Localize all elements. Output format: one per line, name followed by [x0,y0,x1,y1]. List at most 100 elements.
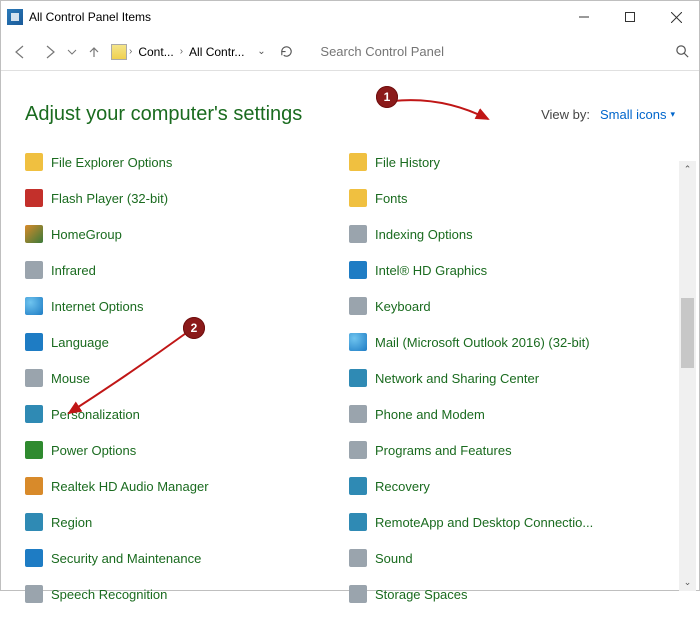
item-label: Realtek HD Audio Manager [51,479,209,494]
item-remoteapp[interactable]: RemoteApp and Desktop Connectio... [349,504,659,540]
close-button[interactable] [653,1,699,33]
annotation-marker-1: 1 [376,86,398,108]
item-label: Network and Sharing Center [375,371,539,386]
item-icon [349,225,367,243]
item-icon [25,225,43,243]
item-internet-options[interactable]: Internet Options [25,288,335,324]
item-icon [25,513,43,531]
item-label: Security and Maintenance [51,551,201,566]
up-button[interactable] [79,37,109,67]
item-label: Speech Recognition [51,587,167,602]
item-storage-spaces[interactable]: Storage Spaces [349,576,659,612]
item-label: HomeGroup [51,227,122,242]
crumb-sep-icon: › [127,46,134,57]
item-label: Mail (Microsoft Outlook 2016) (32-bit) [375,335,590,350]
item-icon [25,153,43,171]
item-icon [25,297,43,315]
item-icon [349,405,367,423]
item-flash-player[interactable]: Flash Player (32-bit) [25,180,335,216]
item-sound[interactable]: Sound [349,540,659,576]
item-file-explorer-options[interactable]: File Explorer Options [25,144,335,180]
item-speech-recognition[interactable]: Speech Recognition [25,576,335,612]
item-icon [349,549,367,567]
item-phone-modem[interactable]: Phone and Modem [349,396,659,432]
vertical-scrollbar[interactable]: ⌃ ⌄ [679,161,696,591]
window-title: All Control Panel Items [29,10,151,24]
search-input[interactable] [318,43,670,60]
folder-icon [111,44,127,60]
viewby-value-text: Small icons [600,107,666,122]
item-icon [25,585,43,603]
items-grid: File Explorer OptionsFlash Player (32-bi… [1,136,699,620]
item-label: Power Options [51,443,136,458]
page-heading: Adjust your computer's settings [25,103,302,126]
item-programs-features[interactable]: Programs and Features [349,432,659,468]
viewby-dropdown[interactable]: Small icons ▾ [600,107,675,122]
item-indexing-options[interactable]: Indexing Options [349,216,659,252]
item-icon [349,297,367,315]
scroll-up-arrow[interactable]: ⌃ [679,161,696,178]
item-personalization[interactable]: Personalization [25,396,335,432]
item-icon [25,261,43,279]
crumb-sep-icon: › [178,46,185,57]
item-icon [25,549,43,567]
item-label: Region [51,515,92,530]
back-button[interactable] [5,37,35,67]
scroll-down-arrow[interactable]: ⌄ [679,574,696,591]
titlebar: All Control Panel Items [1,1,699,33]
item-recovery[interactable]: Recovery [349,468,659,504]
item-label: Mouse [51,371,90,386]
item-label: RemoteApp and Desktop Connectio... [375,515,593,530]
item-file-history[interactable]: File History [349,144,659,180]
search-icon[interactable] [671,39,695,65]
refresh-button[interactable] [272,38,300,66]
item-language[interactable]: Language [25,324,335,360]
item-label: File History [375,155,440,170]
crumb-current[interactable]: All Contr... [185,45,248,59]
item-label: Internet Options [51,299,144,314]
item-label: Personalization [51,407,140,422]
minimize-button[interactable] [561,1,607,33]
item-realtek-audio[interactable]: Realtek HD Audio Manager [25,468,335,504]
item-icon [349,153,367,171]
item-icon [349,477,367,495]
item-label: Language [51,335,109,350]
item-icon [349,585,367,603]
item-network-sharing[interactable]: Network and Sharing Center [349,360,659,396]
item-infrared[interactable]: Infrared [25,252,335,288]
chevron-down-icon: ▾ [670,109,675,120]
history-dropdown[interactable] [65,37,79,67]
nav-toolbar: › Cont... › All Contr... ⌄ [1,33,699,71]
scroll-thumb[interactable] [681,298,694,368]
item-intel-hd-graphics[interactable]: Intel® HD Graphics [349,252,659,288]
item-mail[interactable]: Mail (Microsoft Outlook 2016) (32-bit) [349,324,659,360]
address-bar[interactable]: › Cont... › All Contr... [111,44,248,60]
item-label: Sound [375,551,413,566]
item-label: Fonts [375,191,408,206]
item-label: Infrared [51,263,96,278]
forward-button[interactable] [35,37,65,67]
item-security-maintenance[interactable]: Security and Maintenance [25,540,335,576]
item-region[interactable]: Region [25,504,335,540]
crumb-parent[interactable]: Cont... [134,45,177,59]
item-keyboard[interactable]: Keyboard [349,288,659,324]
item-homegroup[interactable]: HomeGroup [25,216,335,252]
search-box[interactable] [318,38,695,66]
viewby-label: View by: [541,107,590,122]
item-mouse[interactable]: Mouse [25,360,335,396]
scroll-track[interactable] [679,178,696,574]
item-icon [25,369,43,387]
item-label: Recovery [375,479,430,494]
item-icon [349,261,367,279]
item-fonts[interactable]: Fonts [349,180,659,216]
item-power-options[interactable]: Power Options [25,432,335,468]
maximize-button[interactable] [607,1,653,33]
item-label: Keyboard [375,299,431,314]
item-icon [349,333,367,351]
item-label: Phone and Modem [375,407,485,422]
address-dropdown[interactable]: ⌄ [252,46,270,57]
item-icon [349,513,367,531]
item-label: Intel® HD Graphics [375,263,487,278]
control-panel-icon [7,9,23,25]
item-icon [25,333,43,351]
